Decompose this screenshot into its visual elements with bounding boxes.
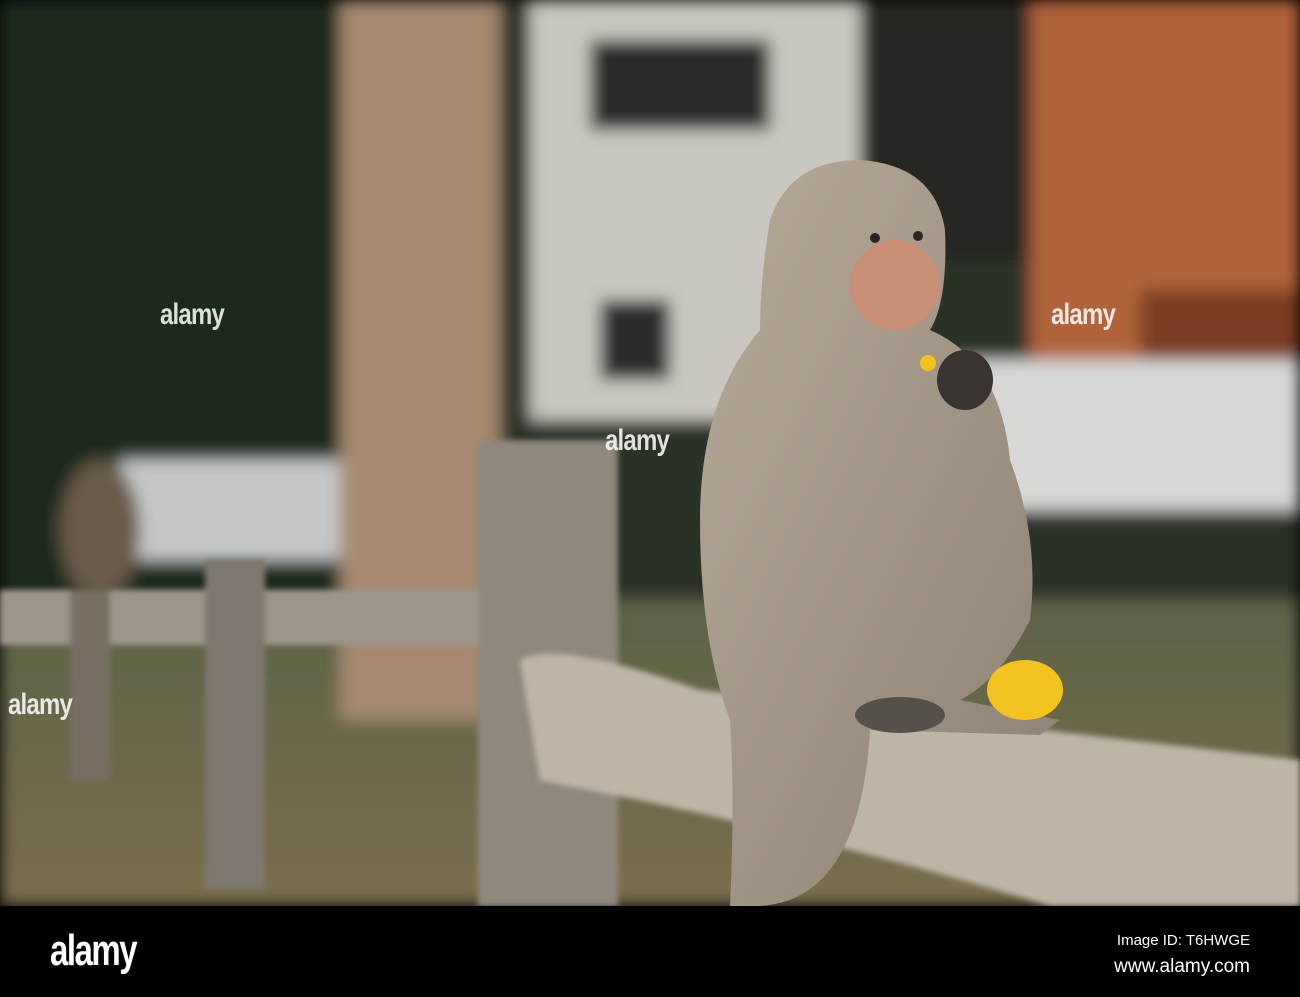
watermark-footer: alamy Image ID: T6HWGE www.alamy.com bbox=[0, 906, 1300, 997]
image-id: Image ID: T6HWGE bbox=[1116, 932, 1250, 949]
site-url: www.alamy.com bbox=[1114, 956, 1250, 977]
photo-frame: alamy alamy alamy alamy alamy Image ID: … bbox=[0, 0, 1300, 997]
watermark-logo: alamy bbox=[8, 688, 73, 721]
corn-cob bbox=[987, 660, 1063, 720]
watermark-logo: alamy bbox=[1051, 298, 1116, 331]
watermark-logo: alamy bbox=[160, 298, 225, 331]
watermark-logo: alamy bbox=[605, 424, 670, 457]
alamy-logo: alamy bbox=[50, 926, 138, 975]
